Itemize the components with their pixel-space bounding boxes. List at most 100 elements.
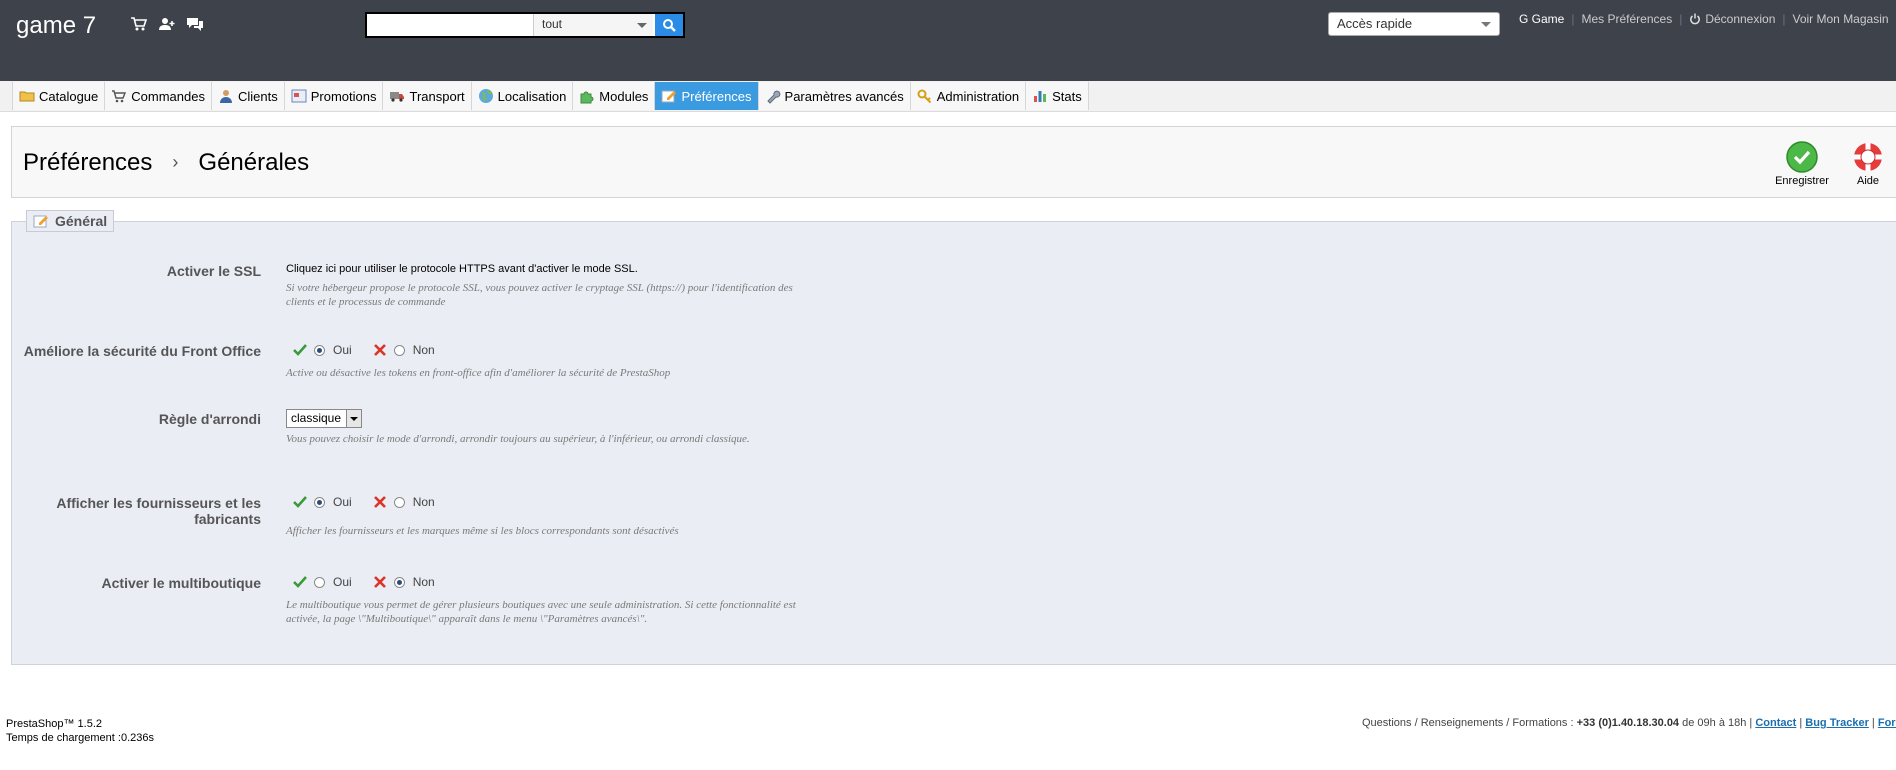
suppliers-yes-radio[interactable] [314,496,325,508]
user-icon [219,90,232,103]
help-button[interactable]: Aide [1843,141,1893,187]
top-header: game 7 tout Accès rapide G Game | Mes Préf… [0,0,1896,81]
rounding-label: Règle d'arrondi [158,411,261,427]
search-box: tout [365,12,685,38]
front-security-yes-radio[interactable] [314,344,325,356]
contact-link[interactable]: Contact [1755,717,1796,729]
no-label[interactable]: Non [413,495,435,509]
messages-icon[interactable] [186,15,204,33]
tab-stats[interactable]: Stats [1026,82,1089,110]
cross-icon [373,496,386,508]
no-label[interactable]: Non [413,343,435,357]
general-settings-panel: Général Activer le SSL Cliquez ici pour … [11,210,1896,665]
search-icon [663,19,676,32]
version-text: PrestaShop™ 1.5.2 [6,718,103,730]
tab-label: Paramètres avancés [784,88,904,104]
multishop-no-radio[interactable] [393,576,405,588]
breadcrumb-parent[interactable]: Préférences [23,149,152,176]
suppliers-field: Oui Non Afficher les fournisseurs et les… [286,492,806,538]
preferences-icon [661,90,677,103]
front-security-description: Active ou désactive les tokens en front-… [286,367,671,379]
chevron-down-icon [637,23,647,28]
header-links: G Game | Mes Préférences | Déconnexion | Voir … [1519,12,1889,30]
tab-parametres-avances[interactable]: Paramètres avancés [758,82,911,110]
ssl-enable-link[interactable]: Cliquez ici pour utiliser le protocole H… [286,263,806,275]
logout-link[interactable]: Déconnexion [1705,12,1775,26]
support-hours: de 09h à 18h | [1679,717,1756,729]
globe-icon [478,89,493,103]
tab-catalogue[interactable]: Catalogue [13,82,106,110]
chevron-down-icon [1481,22,1491,27]
search-scope-value: tout [542,17,563,31]
yes-label[interactable]: Oui [333,575,352,589]
suppliers-no-radio[interactable] [393,496,405,508]
quick-access-select[interactable]: Accès rapide [1328,12,1500,36]
power-icon [1689,13,1701,28]
chevron-right-icon: › [172,152,179,172]
ssl-description: Si votre hébergeur propose le protocole … [286,282,793,308]
tab-modules[interactable]: Modules [573,82,656,110]
tab-commandes[interactable]: Commandes [105,82,212,110]
tab-preferences[interactable]: Préférences [655,82,759,110]
front-security-label: Améliore la sécurité du Front Office [23,343,261,359]
save-check-icon [1786,141,1818,173]
multishop-description: Le multiboutique vous permet de gérer pl… [286,599,796,625]
chevron-down-icon [346,410,362,427]
tab-transport[interactable]: Transport [383,82,472,110]
save-button[interactable]: Enregistrer [1767,141,1837,187]
multishop-yes-radio[interactable] [314,576,325,588]
chart-icon [1034,91,1047,102]
suppliers-description: Afficher les fournisseurs et les marques… [286,525,679,537]
footer-support: Questions / Renseignements / Formations … [1362,717,1896,729]
rounding-select[interactable]: classique [286,409,363,428]
support-prefix: Questions / Renseignements / Formations … [1362,717,1577,729]
my-preferences-link[interactable]: Mes Préférences [1581,12,1672,26]
tab-label: Catalogue [39,88,99,104]
rounding-description: Vous pouvez choisir le mode d'arrondi, a… [286,433,750,445]
tab-label: Préférences [681,88,752,104]
cross-icon [373,344,386,356]
folder-icon [19,91,35,102]
bug-tracker-link[interactable]: Bug Tracker [1805,717,1869,729]
cross-icon [373,576,386,588]
yes-label[interactable]: Oui [333,343,352,357]
tab-label: Stats [1052,88,1082,104]
cart-icon [112,90,127,103]
ssl-field: Cliquez ici pour utiliser le protocole H… [286,263,806,309]
separator: | [1571,12,1575,26]
front-security-no-radio[interactable] [393,344,405,356]
view-shop-link[interactable]: Voir Mon Magasin [1793,12,1889,26]
front-security-field: Oui Non Active ou désactive les tokens e… [286,340,806,380]
footer-info: PrestaShop™ 1.5.2 Temps de chargement :0… [6,717,154,745]
legend-label: Général [55,213,108,229]
search-input[interactable] [367,14,533,36]
tab-label: Transport [409,88,465,104]
support-phone: +33 (0)1.40.18.30.04 [1576,717,1680,729]
shop-name[interactable]: game 7 [16,12,96,40]
tab-label: Commandes [131,88,205,104]
search-scope-select[interactable]: tout [533,14,653,36]
tab-label: Clients [237,88,278,104]
search-button[interactable] [655,14,683,36]
user-name-link[interactable]: G Game [1519,12,1564,26]
quick-access-label: Accès rapide [1337,16,1413,31]
main-menu: Catalogue Commandes Clients Promotions T… [0,81,1896,112]
separator: | [1782,12,1786,26]
check-icon [293,576,307,588]
yes-label[interactable]: Oui [333,495,352,509]
rounding-field: classique Vous pouvez choisir le mode d'… [286,409,806,446]
tab-localisation[interactable]: Localisation [471,82,574,110]
forum-link[interactable]: Forum [1878,717,1896,729]
promo-icon [291,89,307,103]
lifebuoy-icon [1854,143,1882,171]
tab-label: Administration [936,88,1020,104]
tab-clients[interactable]: Clients [211,82,285,110]
cart-icon[interactable] [130,15,148,33]
no-label[interactable]: Non [413,575,435,589]
tab-promotions[interactable]: Promotions [284,82,384,110]
wrench-icon [766,90,780,104]
page-title-bar: Préférences › Générales Enregistrer Aide [11,126,1896,198]
customer-icon[interactable] [158,15,176,33]
tab-administration[interactable]: Administration [910,82,1027,110]
breadcrumb: Préférences › Générales [23,149,309,177]
